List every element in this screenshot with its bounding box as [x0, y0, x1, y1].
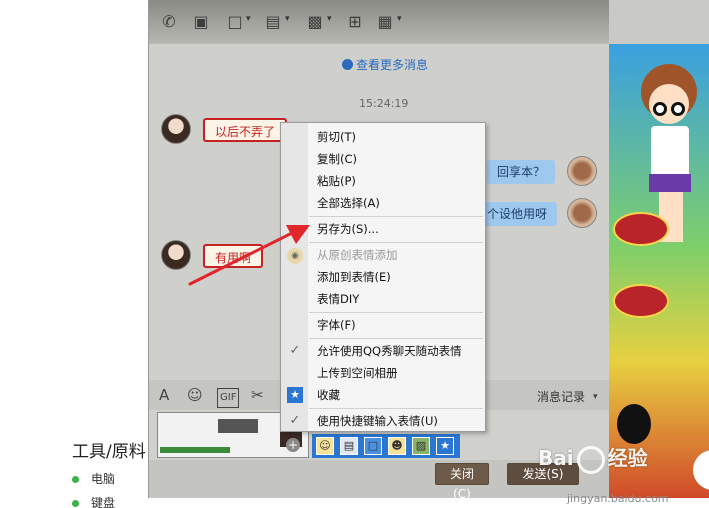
add-icon[interactable]: + — [286, 438, 300, 452]
check-icon: ✓ — [289, 413, 301, 428]
phone-icon[interactable]: ✆ — [159, 12, 179, 32]
menu-item-add-from-original: 从原创表情添加 — [317, 248, 398, 262]
check-icon: ✓ — [289, 343, 301, 358]
menu-item-font[interactable]: 字体(F) — [317, 317, 356, 333]
bullet-icon — [72, 500, 79, 507]
menu-item-shortcut-emoticons[interactable]: 使用快捷键输入表情(U) — [317, 413, 438, 429]
menu-separator — [309, 408, 483, 409]
chevron-down-icon[interactable]: ▾ — [246, 14, 251, 24]
chevron-down-icon[interactable]: ▾ — [593, 388, 598, 406]
more-messages-link[interactable]: 查看更多消息 — [342, 56, 428, 73]
document-icon[interactable]: ▤ — [340, 437, 358, 455]
video-icon[interactable]: ▣ — [191, 12, 211, 32]
menu-separator — [309, 216, 483, 217]
avatar[interactable] — [161, 114, 191, 144]
picture-icon[interactable]: ▨ — [412, 437, 430, 455]
article-fragment: 工具/原料 电脑 键盘 — [0, 0, 150, 508]
watermark-url: jingyan.baidu.com — [567, 492, 669, 505]
menu-item-paste[interactable]: 粘贴(P) — [317, 173, 356, 189]
chat-bubble: 回享本？ — [487, 160, 556, 184]
menu-separator — [309, 242, 483, 243]
paw-icon — [576, 445, 605, 474]
message-timestamp: 15:24:19 — [359, 97, 409, 110]
gif-icon[interactable]: GIF — [217, 388, 240, 408]
clock-icon — [342, 59, 353, 70]
emoji-icon[interactable]: ☻ — [388, 437, 406, 455]
emoji-strip: ☺ ▤ □ ☻ ▨ ★ — [312, 434, 460, 458]
bullet-icon — [72, 476, 79, 483]
star-icon: ★ — [287, 387, 303, 403]
qq-penguin-icon — [617, 404, 651, 444]
screen-share-icon[interactable]: □ — [225, 12, 245, 32]
menu-item-favorite[interactable]: 收藏 — [317, 387, 340, 403]
chevron-down-icon[interactable]: ▾ — [285, 14, 290, 24]
font-icon[interactable]: A — [159, 386, 169, 404]
list-item: 电脑 — [72, 470, 115, 487]
chevron-down-icon[interactable]: ▾ — [397, 14, 402, 24]
menu-item-save-as[interactable]: 另存为(S)... — [317, 221, 379, 237]
star-icon[interactable]: ★ — [436, 437, 454, 455]
menu-separator — [309, 338, 483, 339]
message-record-link[interactable]: 消息记录 — [537, 388, 585, 405]
menu-separator — [309, 312, 483, 313]
avatar[interactable] — [567, 156, 597, 186]
article-heading: 工具/原料 — [72, 442, 146, 462]
menu-item-cut[interactable]: 剪切(T) — [317, 129, 356, 145]
apps-grid-icon[interactable]: ▦ — [375, 12, 395, 32]
logo-badge-icon — [613, 284, 669, 318]
monitor-icon[interactable]: □ — [364, 437, 382, 455]
remote-desktop-icon[interactable]: ▩ — [305, 12, 325, 32]
annotation-arrow-icon — [188, 225, 310, 286]
menu-item-select-all[interactable]: 全部选择(A) — [317, 195, 380, 211]
menu-item-emoticon-diy[interactable]: 表情DIY — [317, 291, 359, 307]
chevron-down-icon[interactable]: ▾ — [327, 14, 332, 24]
menu-item-allow-qq-show[interactable]: 允许使用QQ秀聊天随动表情 — [317, 343, 462, 359]
menu-item-upload-album[interactable]: 上传到空间相册 — [317, 365, 398, 381]
avatar[interactable] — [567, 198, 597, 228]
menu-item-copy[interactable]: 复制(C) — [317, 151, 357, 167]
logo-badge-icon — [613, 212, 669, 246]
chat-toolbar: ✆ ▣ □ ▾ ▤ ▾ ▩ ▾ ⊞ ▦ ▾ — [149, 0, 609, 44]
menu-item-add-to-emoticons[interactable]: 添加到表情(E) — [317, 269, 391, 285]
baidu-watermark: Bai 经验 — [538, 442, 648, 474]
list-item: 键盘 — [72, 494, 115, 508]
chat-bubble: 以后不弄了 — [203, 118, 288, 142]
glasses-icon — [653, 102, 667, 116]
arrow-shaft — [188, 230, 296, 286]
add-chat-icon[interactable]: ⊞ — [345, 12, 365, 32]
close-button[interactable]: 关闭(C) — [435, 463, 489, 498]
qq-show-panel — [609, 44, 709, 498]
screenshot-icon[interactable]: ✂ — [251, 386, 264, 404]
chat-bubble: 个设他用呀 — [477, 202, 558, 226]
emoji-icon[interactable]: ☺ — [187, 386, 203, 404]
emoji-icon[interactable]: ☺ — [316, 437, 334, 455]
file-transfer-icon[interactable]: ▤ — [263, 12, 283, 32]
